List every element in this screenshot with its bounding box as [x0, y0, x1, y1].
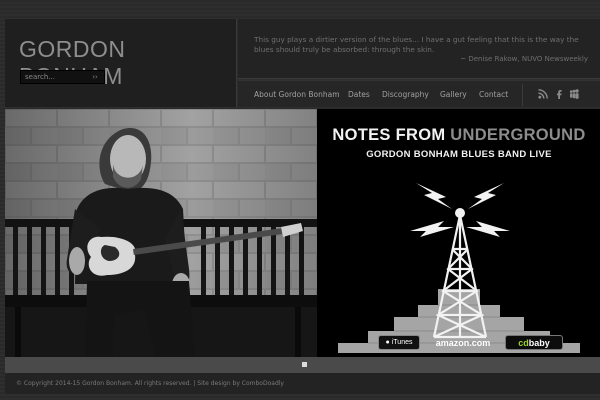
- nav-divider: [522, 84, 523, 106]
- brand-block: GORDON BONHAM ››: [5, 19, 237, 107]
- site-container: GORDON BONHAM ›› This guy plays a dirtie…: [5, 19, 600, 394]
- search-submit-button[interactable]: ››: [89, 72, 101, 83]
- main-navigation: About Gordon Bonham Dates Discography Ga…: [238, 80, 600, 107]
- testimonial-attribution: ~ Denise Rakow, NUVO Newsweekly: [460, 55, 588, 63]
- copyright-text: © Copyright 2014-15 Gordon Bonham. All r…: [16, 380, 284, 387]
- cdbaby-store-button[interactable]: cd baby: [505, 335, 563, 350]
- album-artwork[interactable]: NOTES FROM UNDERGROUND GORDON BONHAM BLU…: [318, 109, 600, 357]
- amazon-store-button[interactable]: amazon.com: [434, 335, 492, 350]
- search-input[interactable]: [21, 71, 91, 83]
- facebook-icon[interactable]: [554, 89, 564, 99]
- site-footer: © Copyright 2014-15 Gordon Bonham. All r…: [5, 373, 600, 394]
- radio-tower-illustration: [338, 183, 580, 353]
- search-box: ››: [20, 70, 105, 84]
- featured-slider[interactable]: NOTES FROM UNDERGROUND GORDON BONHAM BLU…: [5, 109, 600, 373]
- cdbaby-label-prefix: cd: [518, 337, 529, 348]
- slider-pagination: [5, 357, 600, 373]
- artist-photo: [5, 109, 317, 357]
- nav-item-about[interactable]: About Gordon Bonham: [254, 90, 340, 99]
- nav-item-dates[interactable]: Dates: [348, 90, 370, 99]
- nav-item-gallery[interactable]: Gallery: [440, 90, 467, 99]
- apple-icon: ●: [385, 339, 390, 346]
- testimonial-box: This guy plays a dirtier version of the …: [238, 19, 600, 79]
- myspace-icon[interactable]: [569, 89, 579, 99]
- nav-item-contact[interactable]: Contact: [479, 90, 508, 99]
- itunes-store-button[interactable]: ● iTunes: [378, 335, 420, 350]
- testimonial-quote: This guy plays a dirtier version of the …: [254, 35, 579, 54]
- itunes-label: iTunes: [391, 339, 413, 346]
- rss-icon[interactable]: [538, 89, 548, 99]
- slide-indicator-dot[interactable]: [302, 362, 307, 367]
- amazon-label: amazon.com: [435, 337, 491, 348]
- cdbaby-label-suffix: baby: [528, 337, 550, 348]
- nav-item-discography[interactable]: Discography: [382, 90, 429, 99]
